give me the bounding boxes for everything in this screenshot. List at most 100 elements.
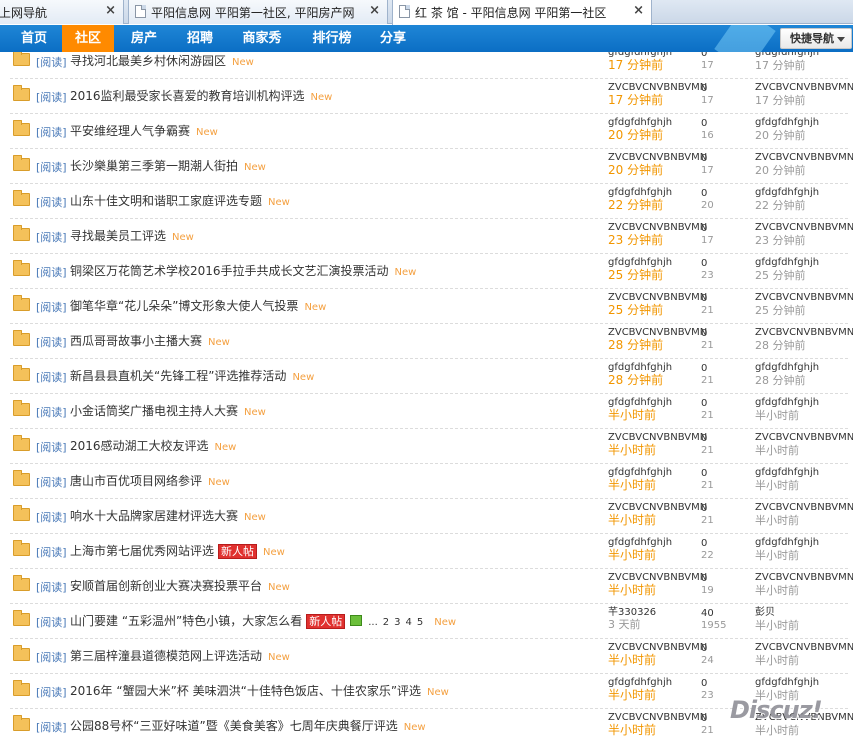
nav-item-share[interactable]: 分享	[370, 25, 416, 52]
last-poster[interactable]: ZVCBVCNVBNBVMN	[755, 327, 853, 338]
last-post-time[interactable]: 半小时前	[755, 444, 799, 457]
thread-row[interactable]: [阅读] 上海市第七届优秀网站评选 新人帖 New gfdgfdhfghjh 半小时前 0 2…	[10, 534, 848, 569]
thread-tag[interactable]: [阅读]	[36, 194, 67, 210]
thread-author[interactable]: gfdgfdhfghjh	[608, 187, 672, 198]
thread-row[interactable]: [阅读] 新昌县县直机关“先锋工程”评选推荐活动 New gfdgfdhfghjh 28…	[10, 359, 848, 394]
thread-author[interactable]: gfdgfdhfghjh	[608, 537, 672, 548]
thread-title[interactable]: 寻找最美员工评选	[70, 229, 166, 243]
last-post-time[interactable]: 25 分钟前	[755, 304, 806, 317]
thread-row[interactable]: [阅读] 2016感动湖工大校友评选 New ZVCBVCNVBNBVMN 半小时前 0 2…	[10, 429, 853, 464]
last-post-time[interactable]: 半小时前	[755, 479, 799, 492]
thread-tag[interactable]: [阅读]	[36, 719, 67, 735]
last-post-time[interactable]: 半小时前	[755, 654, 799, 667]
last-poster[interactable]: ZVCBVCNVBNBVMN	[755, 82, 853, 93]
page-link[interactable]: 2	[383, 617, 389, 628]
thread-author[interactable]: ZVCBVCNVBNBVMN	[608, 327, 707, 338]
thread-title[interactable]: 第三届梓潼县道德模范网上评选活动	[70, 649, 262, 663]
thread-tag[interactable]: [阅读]	[36, 369, 67, 385]
thread-tag[interactable]: [阅读]	[36, 229, 67, 245]
nav-item-merchants[interactable]: 商家秀	[232, 25, 292, 52]
last-poster[interactable]: ZVCBVCNVBNBVMN	[755, 222, 853, 233]
thread-title[interactable]: 小金话筒奖广播电视主持人大赛	[70, 404, 238, 418]
thread-title[interactable]: 寻找河北最美乡村休闲游园区	[70, 54, 226, 68]
last-poster[interactable]: gfdgfdhfghjh	[755, 257, 819, 268]
thread-row[interactable]: [阅读] 寻找河北最美乡村休闲游园区 New gfdgfdhfghjh 17 分钟前 0 1…	[10, 52, 848, 79]
thread-tag[interactable]: [阅读]	[36, 579, 67, 595]
thread-tag[interactable]: [阅读]	[36, 404, 67, 420]
thread-row[interactable]: [阅读] 2016年 “蟹园大米”杯 美味泗洪“十佳特色饭店、十佳农家乐”评选 Ne…	[10, 674, 848, 709]
last-poster[interactable]: 彭贝	[755, 607, 775, 618]
thread-author[interactable]: ZVCBVCNVBNBVMN	[608, 82, 707, 93]
last-post-time[interactable]: 17 分钟前	[755, 59, 806, 72]
last-poster[interactable]: gfdgfdhfghjh	[755, 52, 819, 58]
browser-tab-0[interactable]: 上网导航 ×	[0, 0, 124, 24]
thread-title[interactable]: 2016年 “蟹园大米”杯 美味泗洪“十佳特色饭店、十佳农家乐”评选	[70, 684, 421, 698]
thread-row[interactable]: [阅读] 公园88号杯“三亚好味道”暨《美食美客》七周年庆典餐厅评选 New ZVCB…	[10, 709, 853, 736]
thread-tag[interactable]: [阅读]	[36, 684, 67, 700]
thread-author[interactable]: ZVCBVCNVBNBVMN	[608, 712, 707, 723]
nav-item-home[interactable]: 首页	[10, 25, 58, 52]
thread-title[interactable]: 上海市第七届优秀网站评选	[70, 544, 214, 558]
last-post-time[interactable]: 半小时前	[755, 514, 799, 527]
last-poster[interactable]: gfdgfdhfghjh	[755, 537, 819, 548]
thread-tag[interactable]: [阅读]	[36, 649, 67, 665]
thread-author[interactable]: ZVCBVCNVBNBVMN	[608, 152, 707, 163]
thread-row[interactable]: [阅读] 山门要建 “五彩温州”特色小镇，大家怎么看 新人帖... 2 3 4 5 New 芊3…	[10, 604, 848, 639]
thread-author[interactable]: gfdgfdhfghjh	[608, 467, 672, 478]
thread-author[interactable]: gfdgfdhfghjh	[608, 362, 672, 373]
last-post-time[interactable]: 20 分钟前	[755, 164, 806, 177]
thread-title[interactable]: 新昌县县直机关“先锋工程”评选推荐活动	[70, 369, 286, 383]
last-post-time[interactable]: 半小时前	[755, 619, 799, 632]
page-link[interactable]: 3	[394, 617, 400, 628]
last-poster[interactable]: gfdgfdhfghjh	[755, 397, 819, 408]
last-post-time[interactable]: 半小时前	[755, 549, 799, 562]
last-post-time[interactable]: 28 分钟前	[755, 374, 806, 387]
thread-author[interactable]: ZVCBVCNVBNBVMN	[608, 642, 707, 653]
last-post-time[interactable]: 17 分钟前	[755, 94, 806, 107]
thread-title[interactable]: 响水十大品牌家居建材评选大赛	[70, 509, 238, 523]
thread-row[interactable]: [阅读] 长沙樂巢第三季第一期潮人街拍 New ZVCBVCNVBNBVMN 20 分钟…	[10, 149, 853, 184]
thread-title[interactable]: 2016感动湖工大校友评选	[70, 439, 209, 453]
thread-tag[interactable]: [阅读]	[36, 614, 67, 630]
thread-row[interactable]: [阅读] 山东十佳文明和谐职工家庭评选专题 New gfdgfdhfghjh 22 分钟…	[10, 184, 848, 219]
thread-author[interactable]: gfdgfdhfghjh	[608, 397, 672, 408]
last-post-time[interactable]: 22 分钟前	[755, 199, 806, 212]
thread-title[interactable]: 御笔华章“花儿朵朵”博文形象大使人气投票	[70, 299, 298, 313]
thread-author[interactable]: ZVCBVCNVBNBVMN	[608, 432, 707, 443]
last-poster[interactable]: ZVCBVCNVBNBVMN	[755, 152, 853, 163]
last-poster[interactable]: ZVCBVCNVBNBVMN	[755, 642, 853, 653]
last-poster[interactable]: ZVCBVCNVBNBVMN	[755, 432, 853, 443]
last-poster[interactable]: ZVCBVCNVBNBVMN	[755, 572, 853, 583]
last-post-time[interactable]: 半小时前	[755, 584, 799, 597]
close-icon[interactable]: ×	[369, 3, 380, 18]
thread-title[interactable]: 平安维经理人气争霸赛	[70, 124, 190, 138]
thread-title[interactable]: 山东十佳文明和谐职工家庭评选专题	[70, 194, 262, 208]
thread-row[interactable]: [阅读] 寻找最美员工评选 New ZVCBVCNVBNBVMN 23 分钟前 0 17 ZV…	[10, 219, 853, 254]
close-icon[interactable]: ×	[105, 3, 116, 18]
last-poster[interactable]: ZVCBVCNVBNBVMN	[755, 292, 853, 303]
last-poster[interactable]: ZVCBVCNVBNBVMN	[755, 502, 853, 513]
thread-tag[interactable]: [阅读]	[36, 334, 67, 350]
last-post-time[interactable]: 半小时前	[755, 724, 799, 736]
thread-tag[interactable]: [阅读]	[36, 124, 67, 140]
thread-author[interactable]: ZVCBVCNVBNBVMN	[608, 292, 707, 303]
last-poster[interactable]: gfdgfdhfghjh	[755, 677, 819, 688]
thread-row[interactable]: [阅读] 第三届梓潼县道德模范网上评选活动 New ZVCBVCNVBNBVMN 半小时…	[10, 639, 853, 674]
thread-author[interactable]: gfdgfdhfghjh	[608, 257, 672, 268]
nav-item-house[interactable]: 房产	[118, 25, 170, 52]
thread-title[interactable]: 安顺首届创新创业大赛决赛投票平台	[70, 579, 262, 593]
last-post-time[interactable]: 20 分钟前	[755, 129, 806, 142]
last-post-time[interactable]: 28 分钟前	[755, 339, 806, 352]
thread-title[interactable]: 长沙樂巢第三季第一期潮人街拍	[70, 159, 238, 173]
thread-tag[interactable]: [阅读]	[36, 299, 67, 315]
thread-row[interactable]: [阅读] 响水十大品牌家居建材评选大赛 New ZVCBVCNVBNBVMN 半小时前 0…	[10, 499, 853, 534]
thread-tag[interactable]: [阅读]	[36, 544, 67, 560]
page-link[interactable]: 5	[417, 617, 423, 628]
last-poster[interactable]: gfdgfdhfghjh	[755, 362, 819, 373]
last-post-time[interactable]: 25 分钟前	[755, 269, 806, 282]
thread-tag[interactable]: [阅读]	[36, 159, 67, 175]
browser-tab-1[interactable]: 平阳信息网 平阳第一社区, 平阳房产网 ×	[128, 0, 388, 24]
page-link[interactable]: ...	[368, 617, 378, 628]
thread-author[interactable]: ZVCBVCNVBNBVMN	[608, 502, 707, 513]
thread-author[interactable]: gfdgfdhfghjh	[608, 117, 672, 128]
